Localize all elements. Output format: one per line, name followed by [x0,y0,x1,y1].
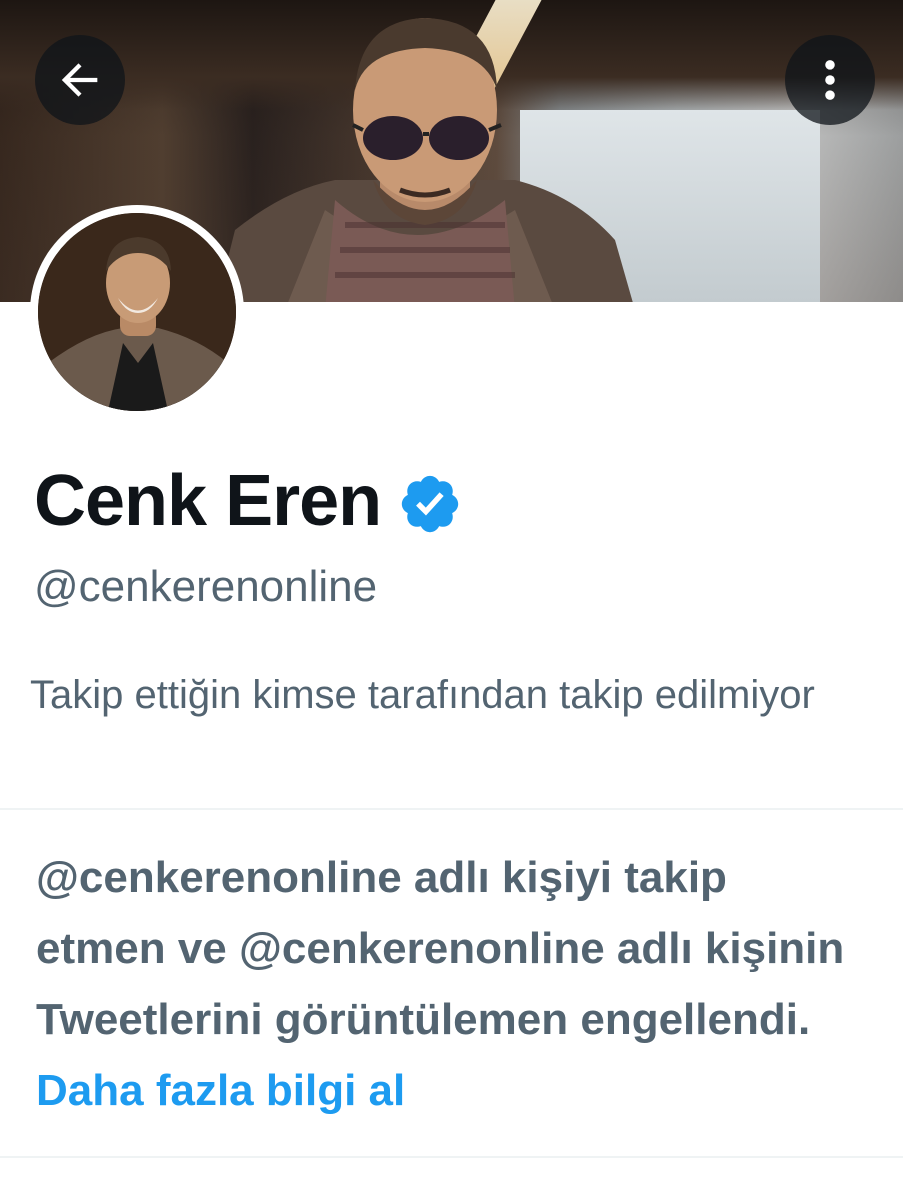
more-options-button[interactable] [785,35,875,125]
avatar-image [38,213,236,411]
profile-display-name: Cenk Eren [34,461,382,541]
avatar-person-illustration [38,213,236,411]
learn-more-link[interactable]: Daha fazla bilgi al [36,1066,405,1115]
divider [0,1156,903,1158]
back-button[interactable] [35,35,125,125]
divider [0,808,903,810]
blocked-notice-message: @cenkerenonline adlı kişiyi takip etmen … [36,853,845,1044]
profile-avatar[interactable] [30,205,244,419]
profile-name-row: Cenk Eren [34,458,463,544]
more-vertical-icon [825,60,835,100]
profile-page: Cenk Eren @cenkerenonline Takip ettiğin … [0,0,903,1200]
arrow-left-icon [61,63,98,97]
profile-handle: @cenkerenonline [34,562,378,611]
verified-badge-icon [401,475,459,533]
followers-you-know-text[interactable]: Takip ettiğin kimse tarafından takip edi… [30,664,850,726]
blocked-notice: @cenkerenonline adlı kişiyi takip etmen … [36,842,856,1126]
banner-person-illustration [217,18,633,302]
